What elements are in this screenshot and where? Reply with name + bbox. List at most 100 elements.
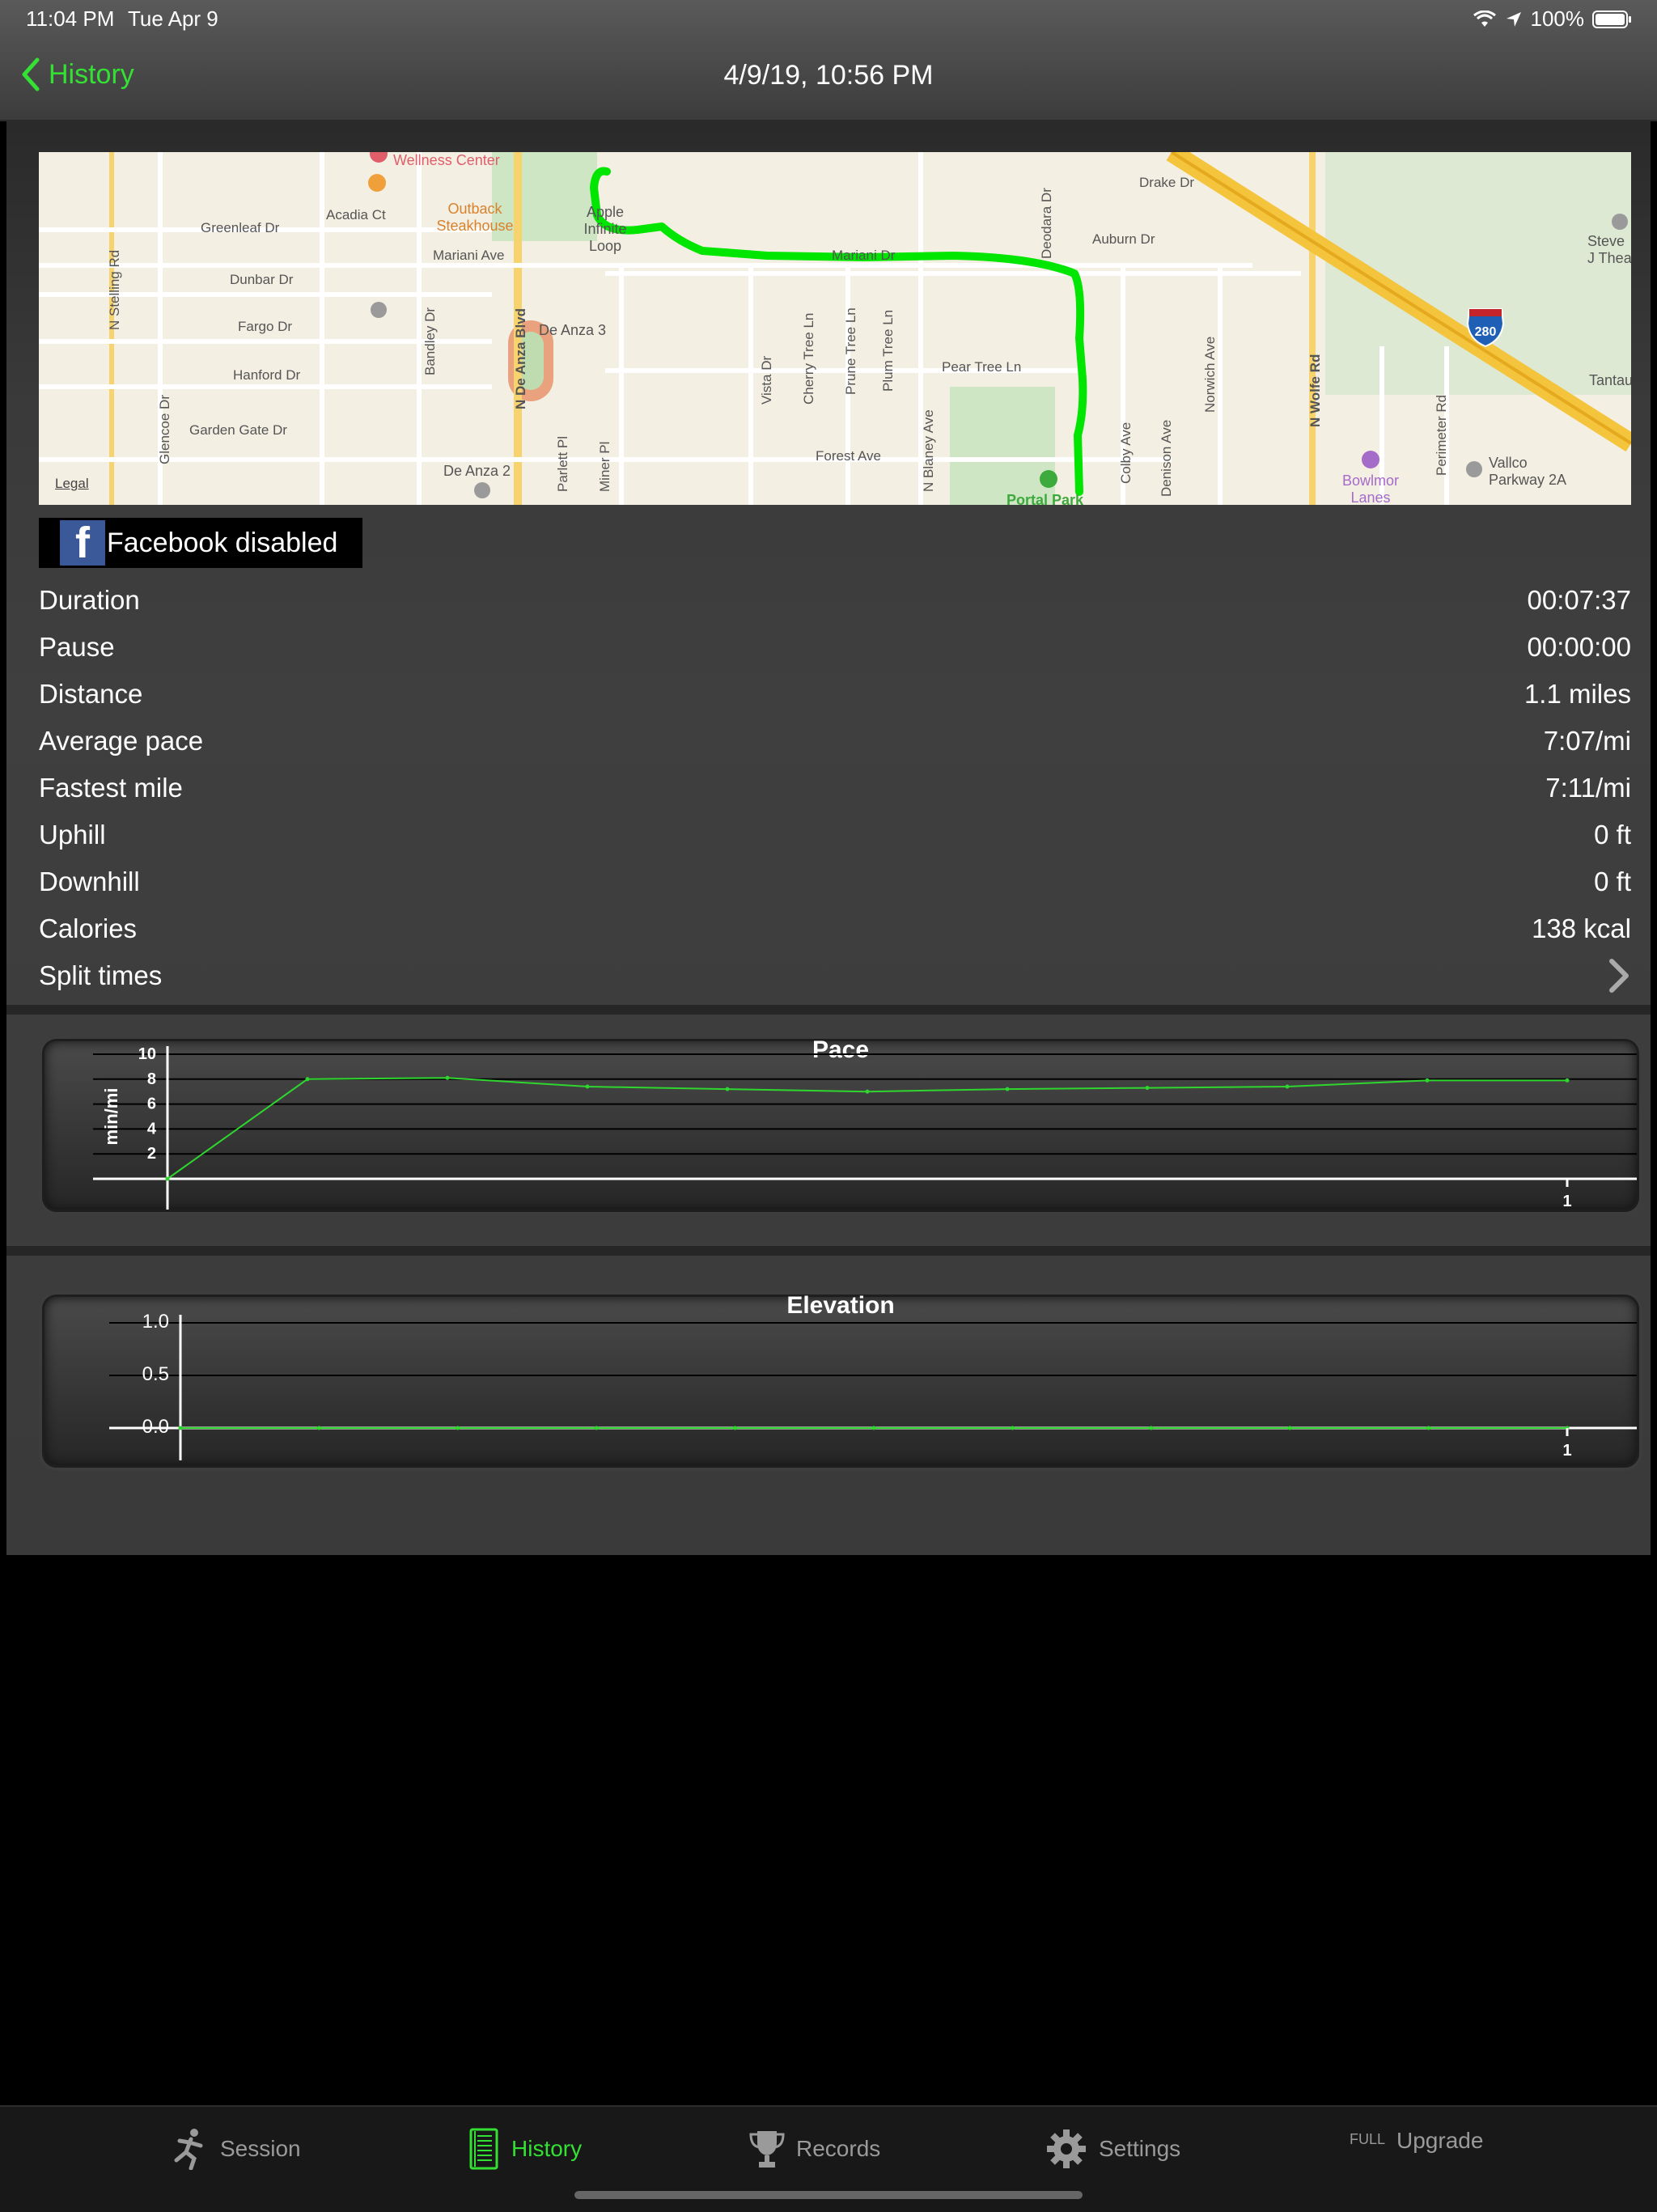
map-place-label: Tantau (1589, 372, 1631, 388)
map-street-label: N Blaney Ave (921, 409, 936, 492)
tab-records[interactable]: Records (749, 2128, 880, 2170)
map-street-label: Forest Ave (816, 448, 881, 464)
map-street-label: Prune Tree Ln (843, 307, 858, 395)
map-street-label: Denison Ave (1159, 419, 1174, 497)
stat-row-average-pace: Average pace 7:07/mi (39, 718, 1631, 765)
stat-label: Downhill (39, 867, 140, 896)
y-tick-label: 8 (147, 1070, 156, 1088)
split-times-row[interactable]: Split times (39, 952, 1631, 999)
facebook-share-button[interactable]: f Facebook disabled (39, 518, 362, 568)
stat-value: 0 ft (1594, 820, 1631, 850)
map-street-label: Perimeter Rd (1434, 394, 1449, 476)
stat-row-downhill: Downhill 0 ft (39, 858, 1631, 905)
split-times-label: Split times (39, 960, 163, 990)
map-street-label: Bandley Dr (422, 307, 438, 375)
map-street-label: Parlett Pl (555, 436, 570, 492)
route-map[interactable]: 280 Wellness Center Outback Steakhouse A… (39, 152, 1631, 505)
data-point (456, 1426, 460, 1430)
y-tick-label: 10 (138, 1045, 156, 1063)
notebook-icon (469, 2128, 498, 2170)
map-street-label: Garden Gate Dr (189, 422, 287, 438)
map-street-label: Auburn Dr (1092, 231, 1155, 247)
stat-value: 1.1 miles (1524, 679, 1631, 709)
map-street-label: N Wolfe Rd (1307, 354, 1323, 427)
stat-row-fastest-mile: Fastest mile 7:11/mi (39, 765, 1631, 811)
full-badge: FULL (1350, 2131, 1386, 2147)
map-place-label: Portal Park (1006, 492, 1084, 505)
map-street-label: Fargo Dr (238, 319, 293, 334)
stat-label: Pause (39, 632, 115, 662)
data-point (594, 1426, 599, 1430)
home-indicator (574, 2191, 1083, 2199)
map-place-label: Vallco Parkway 2A (1489, 455, 1567, 488)
data-point (316, 1426, 321, 1430)
facebook-icon: f (60, 520, 105, 566)
y-tick-label: 2 (147, 1145, 156, 1163)
tab-history[interactable]: History (468, 2128, 582, 2170)
stat-value: 00:07:37 (1527, 585, 1631, 615)
data-point (1425, 1078, 1430, 1083)
map-street-label: Mariani Ave (433, 248, 505, 263)
stat-value: 0 ft (1594, 867, 1631, 896)
map-street-label: Acadia Ct (326, 207, 386, 222)
section-divider (6, 1246, 1651, 1256)
trophy-icon (749, 2131, 785, 2168)
stat-row-uphill: Uphill 0 ft (39, 811, 1631, 858)
map-place-label: De Anza 2 (443, 463, 511, 479)
map-place-label: De Anza 3 (539, 322, 607, 338)
stat-label: Average pace (39, 726, 204, 756)
battery-icon (1592, 10, 1631, 28)
pace-chart: Pace 10 8 6 4 2 min/mi 1 (42, 1036, 1639, 1212)
map-legal-link[interactable]: Legal (55, 476, 89, 492)
tab-settings[interactable]: Settings (1045, 2128, 1180, 2170)
y-tick-label: 0.0 (142, 1416, 169, 1438)
data-point (305, 1077, 310, 1082)
top-bar: 11:04 PM Tue Apr 9 100% History 4/9/19, … (0, 0, 1657, 121)
status-time: 11:04 PM (26, 6, 115, 31)
y-tick-label: 1.0 (142, 1311, 169, 1333)
facebook-button-label: Facebook disabled (107, 527, 338, 558)
data-point (865, 1089, 870, 1094)
map-street-label: Norwich Ave (1202, 336, 1218, 413)
data-point (585, 1084, 590, 1089)
data-point (1565, 1078, 1570, 1083)
stat-label: Calories (39, 913, 138, 943)
tab-label: Settings (1099, 2136, 1181, 2161)
map-street-label: N De Anza Blvd (513, 307, 528, 409)
map-place-label: Outback Steakhouse (436, 201, 514, 234)
data-point (725, 1087, 730, 1091)
tab-upgrade[interactable]: FULL Upgrade (1350, 2128, 1483, 2154)
tab-label: Records (796, 2136, 881, 2161)
data-point (1149, 1426, 1154, 1430)
stat-row-duration: Duration 00:07:37 (39, 577, 1631, 624)
tab-label: Upgrade (1396, 2128, 1484, 2153)
runner-icon (174, 2129, 203, 2170)
stat-value: 00:00:00 (1527, 632, 1631, 662)
wifi-icon (1473, 10, 1496, 27)
highway-shield-label: 280 (1475, 325, 1497, 339)
y-axis-label: min/mi (101, 1088, 121, 1146)
map-street-label: Dunbar Dr (230, 272, 294, 287)
y-tick-label: 4 (147, 1120, 157, 1138)
map-place-label: Bowlmor Lanes (1341, 472, 1399, 505)
stat-label: Fastest mile (39, 773, 183, 803)
gear-icon (1047, 2129, 1086, 2168)
x-tick-label: 1 (1562, 1193, 1571, 1210)
map-street-label: Mariani Dr (832, 248, 896, 263)
workout-detail-panel: 280 Wellness Center Outback Steakhouse A… (6, 121, 1651, 1555)
tab-session[interactable]: Session (170, 2128, 301, 2170)
map-place-label: Wellness Center (393, 152, 500, 168)
stat-row-pause: Pause 00:00:00 (39, 624, 1631, 671)
data-point (1426, 1426, 1431, 1430)
map-street-label: N Stelling Rd (107, 249, 122, 330)
map-street-label: Hanford Dr (233, 367, 301, 383)
data-point (1287, 1426, 1292, 1430)
x-tick-label: 1 (1562, 1442, 1571, 1460)
map-street-label: Drake Dr (1139, 175, 1195, 190)
data-point (445, 1075, 450, 1080)
y-tick-label: 6 (147, 1095, 156, 1113)
map-street-label: Deodara Dr (1039, 188, 1054, 259)
elevation-chart: Elevation 1.0 0.5 0.0 1 (42, 1292, 1639, 1468)
map-street-label: Pear Tree Ln (942, 359, 1022, 375)
stat-row-distance: Distance 1.1 miles (39, 671, 1631, 718)
